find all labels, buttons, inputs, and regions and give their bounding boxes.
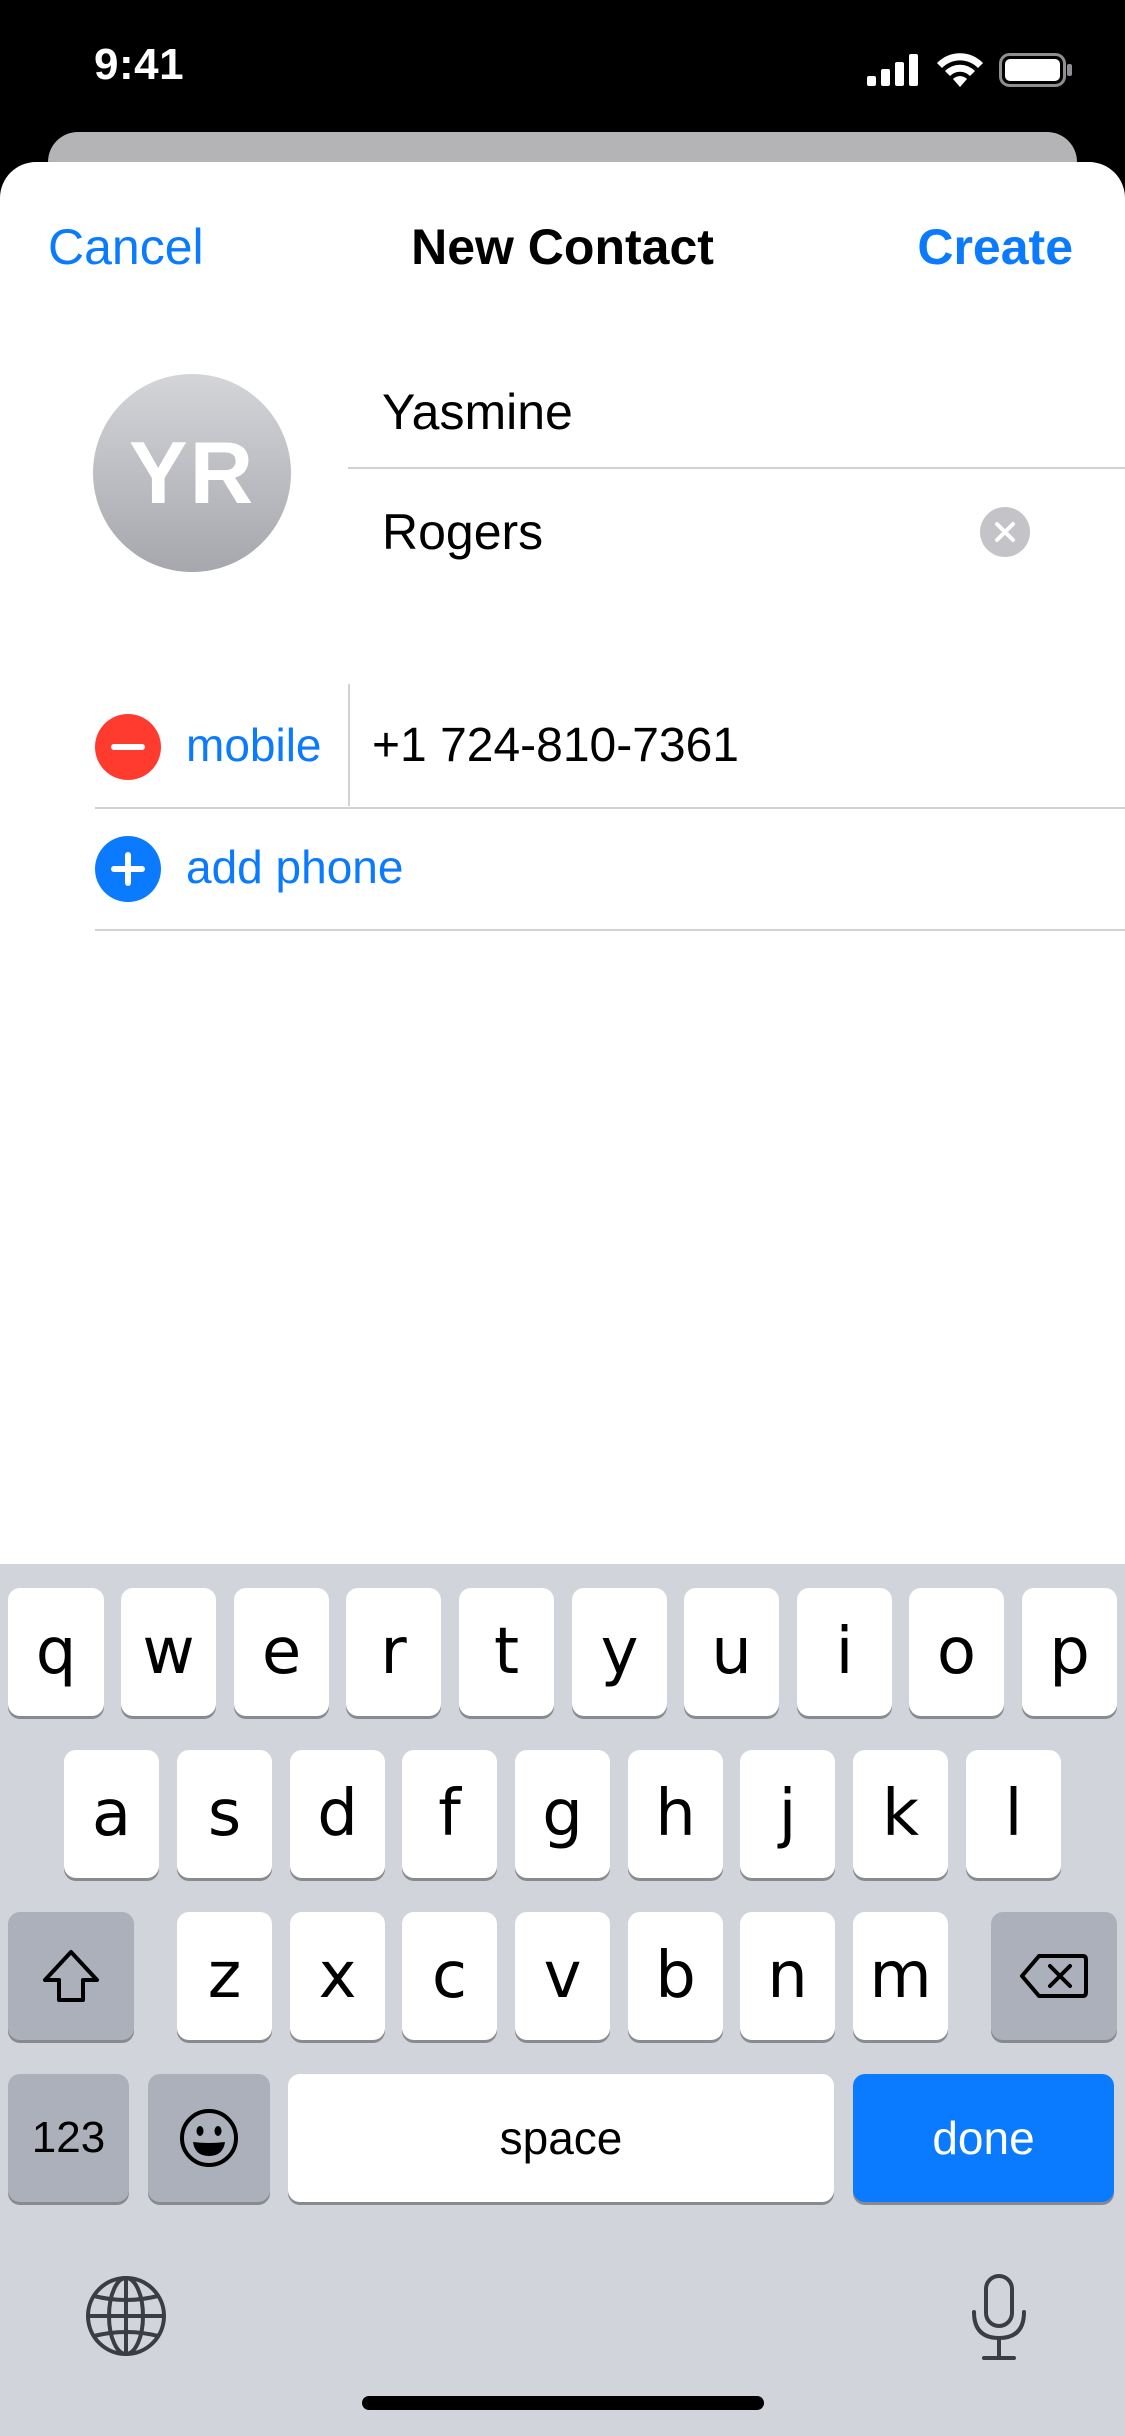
space-key[interactable]: space	[288, 2074, 834, 2202]
key-q[interactable]: q	[8, 1588, 104, 1716]
delete-backspace-icon	[1020, 1954, 1088, 1998]
done-key[interactable]: done	[853, 2074, 1114, 2202]
key-l[interactable]: l	[966, 1750, 1061, 1878]
phone-row: mobile +1 724-810-7361	[95, 684, 1125, 808]
clear-text-button[interactable]	[980, 507, 1030, 557]
battery-icon	[999, 53, 1072, 87]
key-h[interactable]: h	[628, 1750, 723, 1878]
key-o[interactable]: o	[909, 1588, 1004, 1716]
cancel-button[interactable]: Cancel	[48, 218, 204, 276]
phone-label-selector[interactable]: mobile	[186, 718, 322, 772]
key-k[interactable]: k	[853, 1750, 948, 1878]
create-button[interactable]: Create	[917, 218, 1073, 276]
key-e[interactable]: e	[234, 1588, 329, 1716]
numbers-key[interactable]: 123	[8, 2074, 129, 2202]
key-w[interactable]: w	[121, 1588, 216, 1716]
microphone-icon[interactable]	[964, 2272, 1034, 2362]
key-r[interactable]: r	[346, 1588, 441, 1716]
add-phone-button[interactable]: add phone	[95, 808, 1125, 932]
phone-number-field[interactable]: +1 724-810-7361	[372, 718, 739, 773]
key-s[interactable]: s	[177, 1750, 272, 1878]
status-icons	[867, 50, 1073, 90]
key-z[interactable]: z	[177, 1912, 272, 2040]
delete-key[interactable]	[991, 1912, 1117, 2040]
globe-icon[interactable]	[84, 2274, 168, 2358]
remove-phone-button[interactable]	[95, 714, 161, 780]
clear-x-icon	[995, 522, 1015, 542]
emoji-icon	[180, 2109, 238, 2167]
key-v[interactable]: v	[515, 1912, 610, 2040]
add-phone-divider	[95, 929, 1125, 931]
avatar[interactable]: YR	[93, 374, 291, 572]
key-u[interactable]: u	[684, 1588, 779, 1716]
key-d[interactable]: d	[290, 1750, 385, 1878]
emoji-key[interactable]	[148, 2074, 270, 2202]
key-m[interactable]: m	[853, 1912, 948, 2040]
name-divider	[348, 467, 1125, 469]
keyboard: q w e r t y u i o p a s d f g h j k l z …	[0, 1564, 1125, 2436]
shift-key[interactable]	[8, 1912, 134, 2040]
avatar-initials: YR	[128, 423, 256, 522]
key-g[interactable]: g	[515, 1750, 610, 1878]
cellular-signal-icon	[867, 54, 918, 86]
add-icon	[95, 836, 161, 902]
key-i[interactable]: i	[797, 1588, 892, 1716]
key-a[interactable]: a	[64, 1750, 159, 1878]
add-phone-label: add phone	[186, 841, 404, 893]
status-time: 9:41	[94, 40, 185, 89]
phone-label-divider	[348, 684, 350, 806]
key-f[interactable]: f	[402, 1750, 497, 1878]
key-c[interactable]: c	[402, 1912, 497, 2040]
key-p[interactable]: p	[1022, 1588, 1117, 1716]
wifi-icon	[937, 53, 983, 87]
key-t[interactable]: t	[459, 1588, 554, 1716]
key-x[interactable]: x	[290, 1912, 385, 2040]
first-name-field[interactable]: Yasmine	[382, 362, 1125, 462]
key-y[interactable]: y	[572, 1588, 667, 1716]
key-n[interactable]: n	[740, 1912, 835, 2040]
shift-arrow-icon	[43, 1950, 99, 2002]
status-bar: 9:41	[0, 0, 1125, 140]
key-j[interactable]: j	[740, 1750, 835, 1878]
home-indicator[interactable]	[362, 2396, 764, 2410]
key-b[interactable]: b	[628, 1912, 723, 2040]
